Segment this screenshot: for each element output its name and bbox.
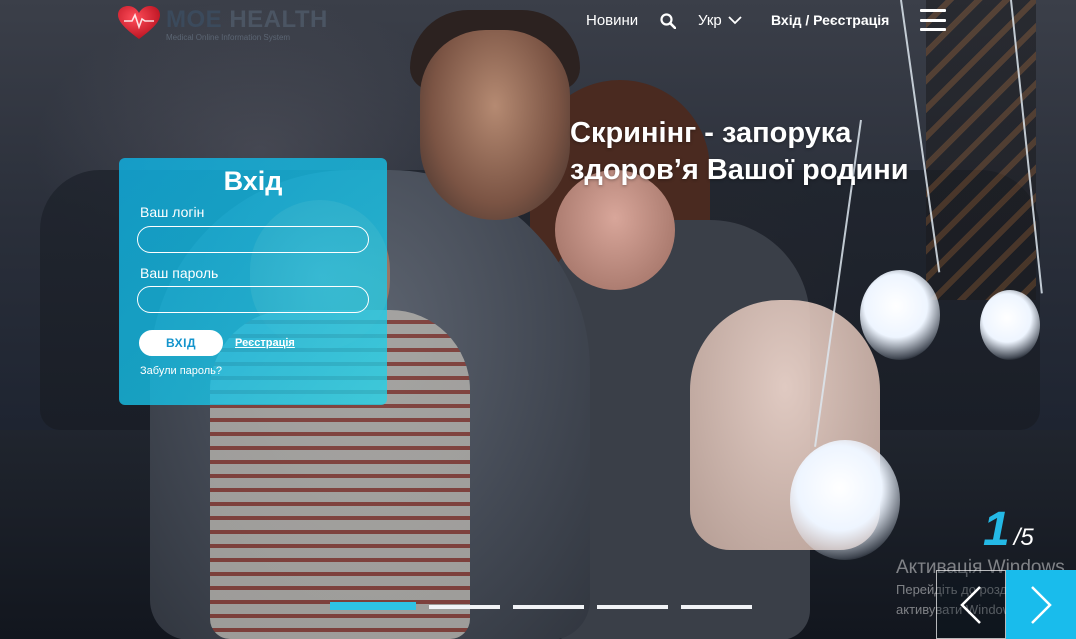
login-field-label: Ваш логін — [140, 204, 205, 220]
register-link[interactable]: Реєстрація — [235, 337, 295, 349]
hero-headline-line2: здоров’я Вашої родини — [570, 154, 909, 186]
logo-name-bold: МОЕ — [166, 6, 223, 33]
slider-dot[interactable] — [681, 605, 752, 609]
logo-name: МОЕ HEALTH — [166, 8, 328, 32]
chevron-down-icon — [728, 16, 742, 25]
forgot-password-link[interactable]: Забули пароль? — [140, 365, 222, 377]
logo-name-rest: HEALTH — [229, 6, 328, 33]
password-field-label: Ваш пароль — [140, 265, 219, 281]
slider-pagination — [330, 602, 752, 610]
nav-news-link[interactable]: Новини — [586, 12, 638, 29]
login-form-card: Вхід Ваш логін Ваш пароль ВХІД Реєстраці… — [119, 158, 387, 405]
man-face — [420, 30, 570, 220]
slider-prev-button[interactable] — [936, 570, 1006, 639]
logo-subtitle: Medical Online Information System — [166, 33, 291, 42]
slide-counter: 1/5 — [983, 506, 1034, 554]
site-logo[interactable]: МОЕ HEALTH Medical Online Information Sy… — [118, 6, 328, 42]
search-icon[interactable] — [660, 13, 676, 29]
heart-icon — [118, 6, 160, 39]
chevron-right-icon — [1031, 585, 1052, 624]
login-input[interactable] — [137, 226, 369, 253]
language-selector[interactable]: Укр — [698, 12, 742, 29]
slide-current-number: 1 — [983, 503, 1010, 556]
light-bulb — [980, 290, 1040, 360]
slider-dot[interactable] — [429, 605, 500, 609]
slider-next-button[interactable] — [1006, 570, 1076, 639]
slide-total: /5 — [1013, 524, 1034, 551]
slider-dot[interactable] — [513, 605, 584, 609]
chevron-left-icon — [960, 585, 981, 624]
light-bulb — [790, 440, 900, 560]
login-submit-button[interactable]: ВХІД — [139, 330, 223, 356]
light-bulb — [860, 270, 940, 360]
login-title: Вхід — [223, 166, 283, 196]
hero-headline-line1: Скринінг - запорука — [570, 117, 852, 149]
language-label: Укр — [698, 12, 722, 29]
slider-dot[interactable] — [330, 602, 416, 610]
slider-dot[interactable] — [597, 605, 668, 609]
nav-login-register-link[interactable]: Вхід / Реєстрація — [771, 12, 889, 28]
hero-headline: Скринінг - запорука здоров’я Вашої родин… — [570, 115, 990, 189]
hamburger-menu-icon[interactable] — [920, 9, 946, 31]
password-input[interactable] — [137, 286, 369, 313]
